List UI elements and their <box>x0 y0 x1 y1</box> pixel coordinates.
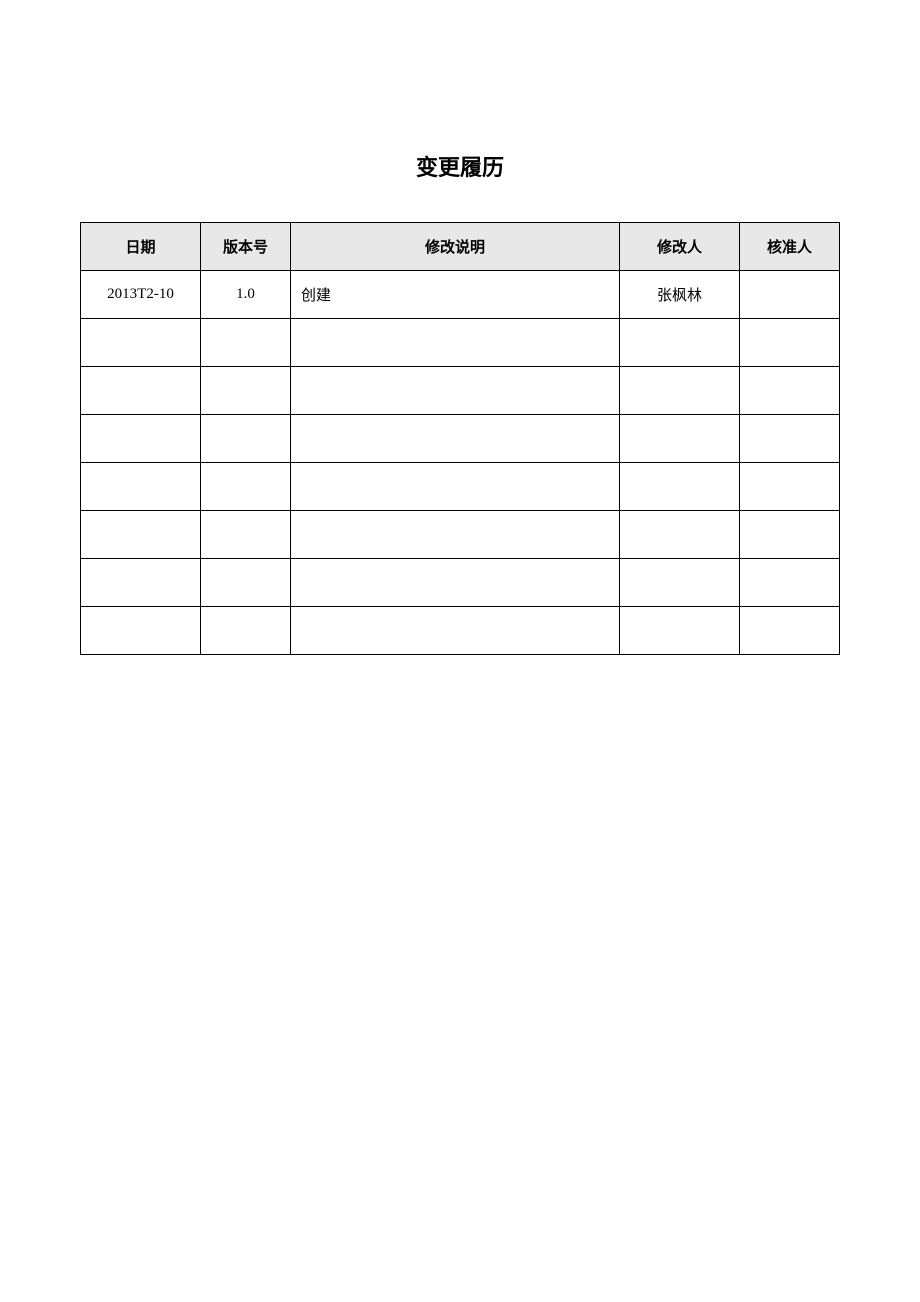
cell-version <box>201 367 291 415</box>
cell-modifier <box>620 463 740 511</box>
cell-description <box>291 511 620 559</box>
cell-approver <box>740 559 840 607</box>
cell-version <box>201 319 291 367</box>
table-row <box>81 319 840 367</box>
cell-approver <box>740 607 840 655</box>
cell-version <box>201 559 291 607</box>
table-row <box>81 463 840 511</box>
cell-date <box>81 415 201 463</box>
page-title: 变更履历 <box>80 150 840 182</box>
cell-date <box>81 367 201 415</box>
cell-version <box>201 415 291 463</box>
table-row <box>81 607 840 655</box>
cell-modifier <box>620 319 740 367</box>
cell-modifier <box>620 559 740 607</box>
change-history-table: 日期 版本号 修改说明 修改人 核准人 2013T2-10 1.0 创建 张枫林 <box>80 222 840 655</box>
cell-version <box>201 511 291 559</box>
cell-description <box>291 607 620 655</box>
header-approver: 核准人 <box>740 223 840 271</box>
cell-version: 1.0 <box>201 271 291 319</box>
cell-date <box>81 463 201 511</box>
cell-modifier <box>620 367 740 415</box>
cell-version <box>201 607 291 655</box>
cell-date <box>81 607 201 655</box>
header-description: 修改说明 <box>291 223 620 271</box>
header-date: 日期 <box>81 223 201 271</box>
cell-approver <box>740 463 840 511</box>
cell-description <box>291 319 620 367</box>
table-row: 2013T2-10 1.0 创建 张枫林 <box>81 271 840 319</box>
header-version: 版本号 <box>201 223 291 271</box>
cell-modifier <box>620 511 740 559</box>
cell-approver <box>740 319 840 367</box>
cell-date <box>81 559 201 607</box>
cell-date: 2013T2-10 <box>81 271 201 319</box>
cell-modifier: 张枫林 <box>620 271 740 319</box>
table-row <box>81 511 840 559</box>
cell-approver <box>740 511 840 559</box>
cell-approver <box>740 367 840 415</box>
cell-version <box>201 463 291 511</box>
cell-date <box>81 319 201 367</box>
cell-approver <box>740 271 840 319</box>
cell-description <box>291 559 620 607</box>
table-row <box>81 559 840 607</box>
cell-description <box>291 463 620 511</box>
cell-description <box>291 367 620 415</box>
cell-modifier <box>620 607 740 655</box>
cell-approver <box>740 415 840 463</box>
table-row <box>81 367 840 415</box>
table-header-row: 日期 版本号 修改说明 修改人 核准人 <box>81 223 840 271</box>
cell-date <box>81 511 201 559</box>
table-row <box>81 415 840 463</box>
cell-modifier <box>620 415 740 463</box>
header-modifier: 修改人 <box>620 223 740 271</box>
cell-description: 创建 <box>291 271 620 319</box>
cell-description <box>291 415 620 463</box>
